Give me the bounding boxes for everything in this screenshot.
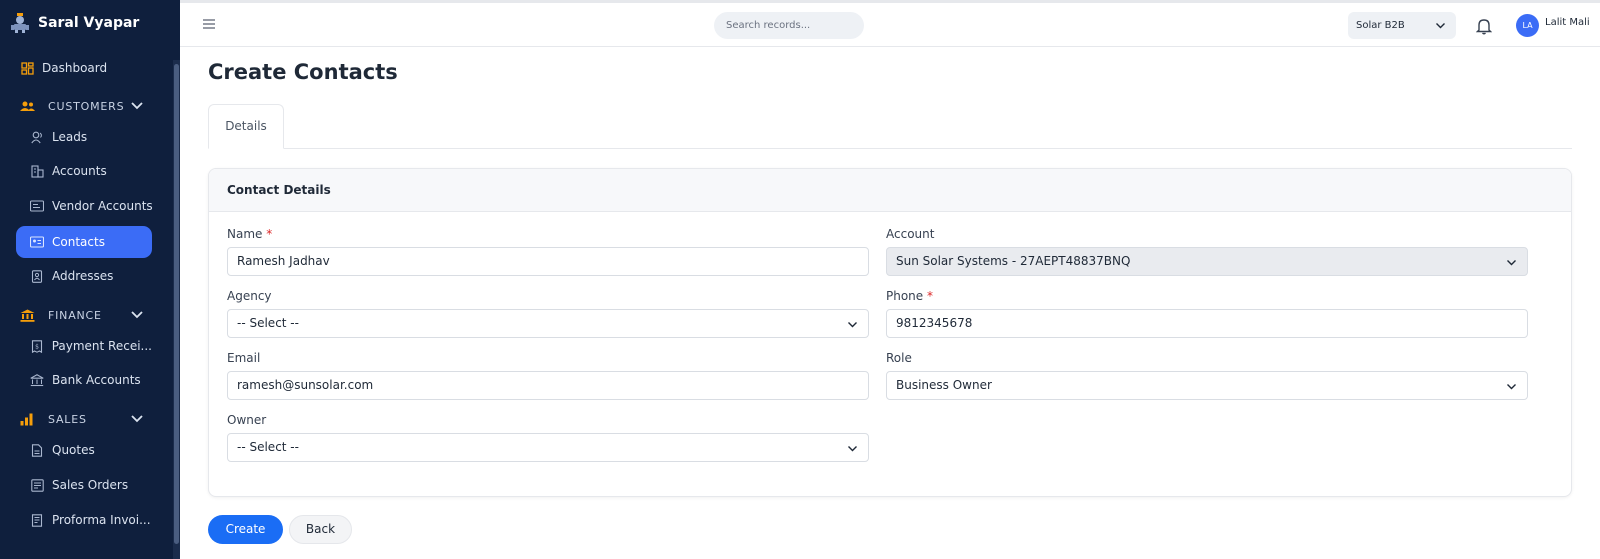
chevron-down-icon <box>131 311 143 319</box>
sidebar-item-leads[interactable]: Leads <box>16 121 152 153</box>
app-name: Saral Vyapar <box>38 15 140 31</box>
sidebar-item-dashboard[interactable]: Dashboard <box>16 52 152 84</box>
search-input[interactable]: Search records... <box>714 12 864 39</box>
sidebar-item-label: Quotes <box>52 443 95 457</box>
sidebar-item-quotes[interactable]: Quotes <box>16 434 152 466</box>
chevron-down-icon <box>848 446 857 452</box>
sidebar-item-accounts[interactable]: Accounts <box>16 155 152 187</box>
owner-select-value: -- Select -- <box>237 440 299 454</box>
email-label: Email <box>227 351 261 365</box>
contact-card-icon <box>30 235 44 249</box>
sidebar-item-label: Sales Orders <box>52 478 129 492</box>
organization-select-value: Solar B2B <box>1356 20 1405 31</box>
users-icon <box>20 99 36 113</box>
agency-label: Agency <box>227 289 272 303</box>
chevron-down-icon <box>1436 23 1445 29</box>
phone-field[interactable]: 9812345678 <box>886 309 1528 338</box>
sidebar-section-customers[interactable]: CUSTOMERS <box>20 95 150 117</box>
sidebar-item-vendor-accounts[interactable]: Vendor Accounts <box>16 190 153 222</box>
account-select-value: Sun Solar Systems - 27AEPT48837BNQ <box>896 254 1131 268</box>
name-field[interactable]: Ramesh Jadhav <box>227 247 869 276</box>
organization-select[interactable]: Solar B2B <box>1348 12 1456 39</box>
chevron-down-icon <box>1507 384 1516 390</box>
top-bar: Search records... Solar B2B LA Lalit Mal… <box>180 0 1600 47</box>
address-book-icon <box>30 269 44 283</box>
sidebar-item-addresses[interactable]: Addresses <box>16 260 152 292</box>
sidebar-section-finance[interactable]: FINANCE <box>20 304 150 326</box>
required-marker: * <box>266 227 273 241</box>
chevron-down-icon <box>848 322 857 328</box>
agency-select-value: -- Select -- <box>237 316 299 330</box>
receipt-icon: $ <box>30 339 44 353</box>
tab-details[interactable]: Details <box>208 104 284 149</box>
contact-details-card: Contact Details Name * Ramesh Jadhav Acc… <box>208 168 1572 497</box>
sidebar-item-bank-accounts[interactable]: Bank Accounts <box>16 364 152 396</box>
person-icon <box>30 130 44 144</box>
sidebar-item-label: Addresses <box>52 269 114 283</box>
sidebar-section-label: SALES <box>48 412 87 426</box>
sidebar-item-payment-receipts[interactable]: $ Payment Recei... <box>16 330 152 362</box>
bank-icon <box>20 308 36 322</box>
card-title: Contact Details <box>209 169 1571 212</box>
sidebar-item-sales-orders[interactable]: Sales Orders <box>16 469 152 501</box>
sidebar-item-label: Contacts <box>52 235 105 249</box>
sidebar-item-proforma-invoices[interactable]: Proforma Invoi... <box>16 504 152 536</box>
account-select[interactable]: Sun Solar Systems - 27AEPT48837BNQ <box>886 247 1528 276</box>
sidebar-section-sales[interactable]: SALES <box>20 408 150 430</box>
sidebar-item-label: Vendor Accounts <box>52 199 153 213</box>
sidebar-item-label: Accounts <box>52 164 107 178</box>
notification-bell-icon[interactable] <box>1476 17 1492 35</box>
sidebar-item-label: Payment Recei... <box>51 339 152 353</box>
invoice-icon <box>30 513 44 527</box>
create-button[interactable]: Create <box>208 515 283 544</box>
user-avatar[interactable]: LA <box>1516 14 1539 37</box>
sidebar-item-label: Bank Accounts <box>52 373 141 387</box>
phone-label-text: Phone <box>886 289 924 303</box>
role-select[interactable]: Business Owner <box>886 371 1528 400</box>
chevron-down-icon <box>131 102 143 110</box>
role-label: Role <box>886 351 912 365</box>
user-name[interactable]: Lalit Mali <box>1545 17 1590 28</box>
dashboard-icon <box>20 61 34 75</box>
chevron-down-icon <box>1507 260 1516 266</box>
agency-select[interactable]: -- Select -- <box>227 309 869 338</box>
sidebar-section-label: CUSTOMERS <box>48 99 125 113</box>
bank-outline-icon <box>30 373 44 387</box>
hamburger-menu-icon[interactable] <box>202 17 216 31</box>
email-field[interactable]: ramesh@sunsolar.com <box>227 371 869 400</box>
phone-label: Phone * <box>886 289 933 303</box>
sidebar-section-label: FINANCE <box>48 308 102 322</box>
vendor-card-icon <box>30 199 44 213</box>
owner-label: Owner <box>227 413 267 427</box>
name-label: Name * <box>227 227 272 241</box>
back-button[interactable]: Back <box>289 515 352 544</box>
document-icon <box>30 443 44 457</box>
svg-text:$: $ <box>35 343 39 350</box>
sidebar-item-label: Leads <box>52 130 88 144</box>
tab-bar: Details <box>208 104 1572 149</box>
owner-select[interactable]: -- Select -- <box>227 433 869 462</box>
brand[interactable]: Saral Vyapar <box>10 12 139 34</box>
sidebar-item-contacts[interactable]: Contacts <box>16 226 152 258</box>
chevron-down-icon <box>131 415 143 423</box>
account-label: Account <box>886 227 935 241</box>
sidebar-scroll-thumb[interactable] <box>174 64 179 544</box>
name-label-text: Name <box>227 227 263 241</box>
bar-chart-icon <box>20 412 36 426</box>
page-title: Create Contacts <box>208 60 398 84</box>
sidebar-item-label: Dashboard <box>42 61 108 75</box>
sidebar: Saral Vyapar Dashboard CUSTOMERS Leads A… <box>0 0 180 559</box>
building-icon <box>30 164 44 178</box>
required-marker: * <box>927 289 933 303</box>
app-logo-icon <box>11 13 29 33</box>
sidebar-item-label: Proforma Invoi... <box>52 513 151 527</box>
orders-icon <box>30 478 44 492</box>
role-select-value: Business Owner <box>896 378 992 392</box>
